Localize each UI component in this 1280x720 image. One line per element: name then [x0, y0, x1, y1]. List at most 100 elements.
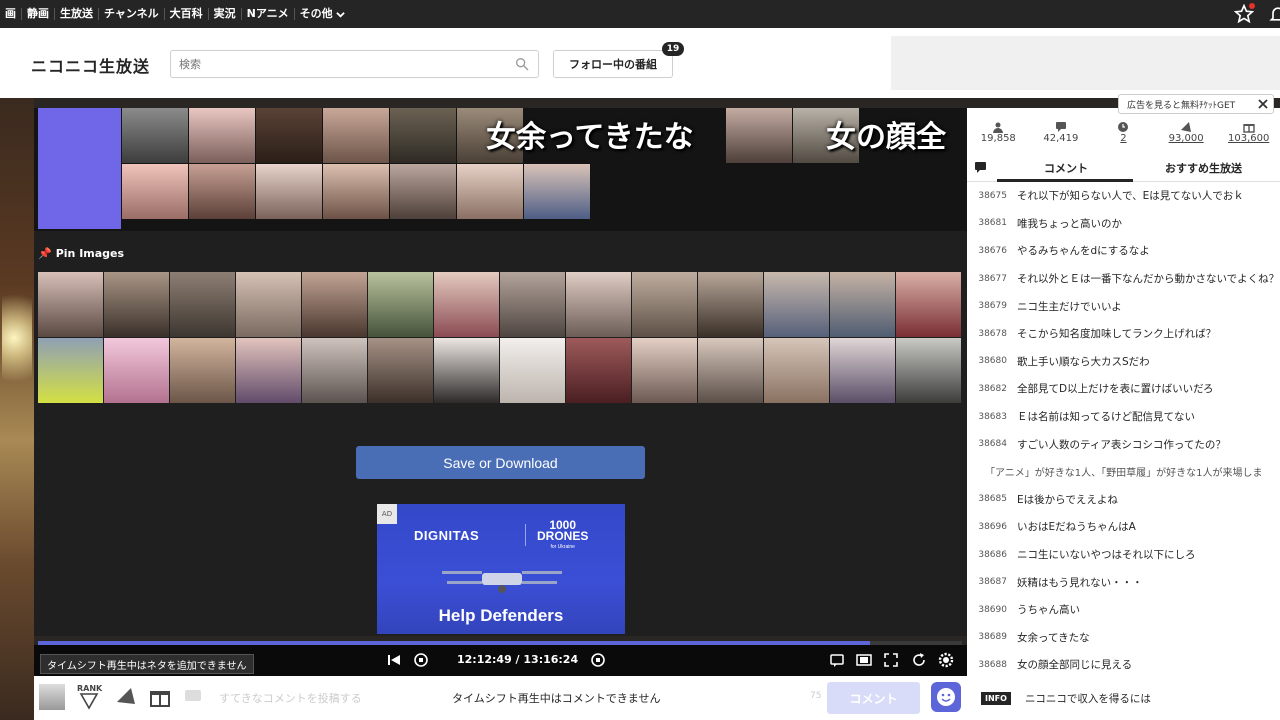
comment-row[interactable]: 38679 ニコ生主だけでいいよ — [967, 292, 1280, 320]
skip-back-icon[interactable] — [386, 652, 402, 668]
ad-drones-word: DRONES — [537, 529, 589, 543]
comment-row[interactable]: 38685 Eは後からでええよね — [967, 486, 1280, 514]
tooltip-no-neta: タイムシフト再生中はネタを追加できません — [40, 654, 254, 674]
tab-comments[interactable]: コメント — [1044, 160, 1088, 176]
comment-row[interactable]: 38687 妖精はもう見れない・・・ — [967, 568, 1280, 596]
stat-gifts[interactable]: 103,600 — [1217, 120, 1280, 156]
pinned-face-thumbnail — [698, 272, 763, 337]
pinned-face-thumbnail — [368, 272, 433, 337]
comment-row[interactable]: 38696 いおはEだねうちゃんはA — [967, 513, 1280, 541]
comment-row[interactable]: 38689 女余ってきたな — [967, 624, 1280, 652]
comment-text: 女余ってきたな — [1017, 631, 1090, 644]
pinned-face-thumbnail — [170, 272, 235, 337]
tab-recommended[interactable]: おすすめ生放送 — [1165, 160, 1242, 176]
face-thumbnail — [189, 108, 255, 163]
close-icon[interactable] — [1257, 98, 1269, 110]
nav-item-douga[interactable]: 画 — [0, 8, 22, 20]
comment-row[interactable]: 38683 Ｅは名前は知ってるけど配信見てない — [967, 403, 1280, 431]
pinned-face-thumbnail — [236, 338, 301, 403]
ad-ticket-text: 広告を見ると無料ﾁｹｯﾄGET — [1127, 100, 1236, 111]
global-nav: 画 静画 生放送 チャンネル 大百科 実況 Nアニメ その他 — [0, 0, 1280, 28]
nav-item-channel[interactable]: チャンネル — [99, 8, 165, 20]
visitor-notice-row[interactable]: 「アニメ」が好きな1人、「野田草履」が好きな1人が来場しま — [967, 458, 1280, 486]
playback-time: 12:12:49 / 13:16:24 — [457, 653, 579, 666]
reload-icon[interactable] — [911, 652, 927, 668]
theater-mode-icon[interactable] — [856, 652, 872, 668]
settings-gear-icon[interactable] — [938, 652, 954, 668]
nav-item-more[interactable]: その他 — [295, 8, 350, 20]
pinned-face-thumbnail — [566, 338, 631, 403]
info-text: ニコニコで収入を得るには — [1024, 692, 1151, 705]
comment-text: やるみちゃんをdにするなよ — [1017, 245, 1150, 258]
ad-points-icon — [1181, 122, 1192, 132]
face-thumbnail — [390, 164, 456, 219]
nav-item-jikkyo[interactable]: 実況 — [209, 8, 242, 20]
face-thumbnail — [256, 164, 322, 219]
stat-ad-points[interactable]: 93,000 — [1155, 120, 1218, 156]
comment-row[interactable]: 38682 全部見てD以上だけを表に置けばいいだろ — [967, 375, 1280, 403]
rank-icon[interactable] — [78, 692, 100, 710]
advertise-megaphone-icon[interactable] — [113, 684, 139, 710]
comment-number: 38690 — [978, 604, 1007, 615]
search-box — [170, 50, 539, 78]
chevron-down-icon — [335, 11, 345, 18]
face-thumbnail — [122, 164, 188, 219]
pinned-face-thumbnail — [170, 338, 235, 403]
comment-input[interactable]: すてきなコメントを投稿する — [219, 690, 362, 706]
nav-item-nanime[interactable]: Nアニメ — [242, 8, 295, 20]
comment-row[interactable]: 38676 やるみちゃんをdにするなよ — [967, 237, 1280, 265]
comment-bar: RANK すてきなコメントを投稿する タイムシフト再生中はコメントできません 7… — [34, 676, 967, 720]
pinned-face-thumbnail — [38, 272, 103, 337]
face-thumbnail — [323, 164, 389, 219]
comment-toggle-icon[interactable] — [829, 652, 845, 668]
video-player[interactable]: 女余ってきたな 女の顔全 📌 Pin Images Save or Downlo… — [34, 108, 967, 636]
forward-10-icon[interactable] — [590, 652, 606, 668]
bell-icon[interactable] — [1268, 4, 1280, 24]
drone-ad[interactable]: AD DIGNITAS 1000 DRONES for Ukraine Help… — [377, 504, 625, 634]
site-logo[interactable]: ニコニコ生放送 — [31, 53, 150, 77]
save-or-download-button[interactable]: Save or Download — [356, 446, 645, 479]
fullscreen-icon[interactable] — [883, 652, 899, 668]
comment-row[interactable]: 38688 女の顔全部同じに見える — [967, 651, 1280, 679]
stat-value: 42,419 — [1043, 133, 1079, 144]
pinned-face-thumbnail — [896, 338, 961, 403]
emoji-button[interactable] — [931, 682, 961, 712]
comment-number: 38685 — [978, 494, 1007, 505]
program-thumbnail-icon[interactable] — [39, 684, 65, 710]
comment-row[interactable]: 38680 歌上手い順なら大カスSだわ — [967, 348, 1280, 376]
comment-list[interactable]: 38675 それ以下が知らない人で、Eは見てない人でおｋ 38681 唯我ちょっと高い… — [967, 182, 1280, 679]
comment-submit-button[interactable]: コメント — [827, 682, 920, 714]
pinned-face-thumbnail — [302, 338, 367, 403]
comment-text: ニコ生主だけでいいよ — [1017, 300, 1122, 313]
nav-item-live[interactable]: 生放送 — [55, 8, 99, 20]
comment-row[interactable]: 38686 ニコ生にいないやつはそれ以下にしろ — [967, 541, 1280, 569]
comment-text: 「アニメ」が好きな1人、「野田草履」が好きな1人が来場しま — [985, 468, 1263, 480]
comment-row[interactable]: 38684 すごい人数のティア表シコシコ作ってたの？ — [967, 430, 1280, 458]
pinned-face-thumbnail — [434, 338, 499, 403]
comment-row[interactable]: 38690 うちゃん高い — [967, 596, 1280, 624]
comment-number: 38684 — [978, 439, 1007, 450]
info-bar[interactable]: INFO ニコニコで収入を得るには — [967, 684, 1280, 712]
search-icon[interactable] — [514, 56, 530, 72]
following-programs-button[interactable]: フォロー中の番組 — [553, 50, 673, 78]
header-ad-banner[interactable] — [891, 36, 1280, 90]
comment-text: 唯我ちょっと高いのか — [1017, 217, 1122, 230]
star-icon[interactable] — [1233, 3, 1255, 24]
comment-row[interactable]: 38681 唯我ちょっと高いのか — [967, 210, 1280, 238]
rewind-10-icon[interactable] — [413, 652, 429, 668]
ad-drones-sub: for Ukraine — [550, 544, 575, 550]
comment-settings-icon[interactable] — [974, 160, 988, 174]
nav-item-seiga[interactable]: 静画 — [22, 8, 55, 20]
face-thumbnail — [726, 108, 792, 163]
gift-icon[interactable] — [147, 684, 173, 710]
search-input[interactable] — [171, 51, 501, 77]
stat-timeshift[interactable]: 2 — [1092, 120, 1155, 156]
ad-tag: AD — [377, 504, 397, 524]
nav-item-dic[interactable]: 大百科 — [165, 8, 209, 20]
comment-row[interactable]: 38678 そこから知名度加味してランク上げれば？ — [967, 320, 1280, 348]
ad-ticket-banner[interactable]: 広告を見ると無料ﾁｹｯﾄGET — [1118, 94, 1274, 114]
comment-row[interactable]: 38677 それ以外とＥは一番下なんだから動かさないでよくね？ — [967, 265, 1280, 293]
comment-number: 38686 — [978, 549, 1007, 560]
comment-number: 38683 — [978, 411, 1007, 422]
comment-row[interactable]: 38675 それ以下が知らない人で、Eは見てない人でおｋ — [967, 182, 1280, 210]
